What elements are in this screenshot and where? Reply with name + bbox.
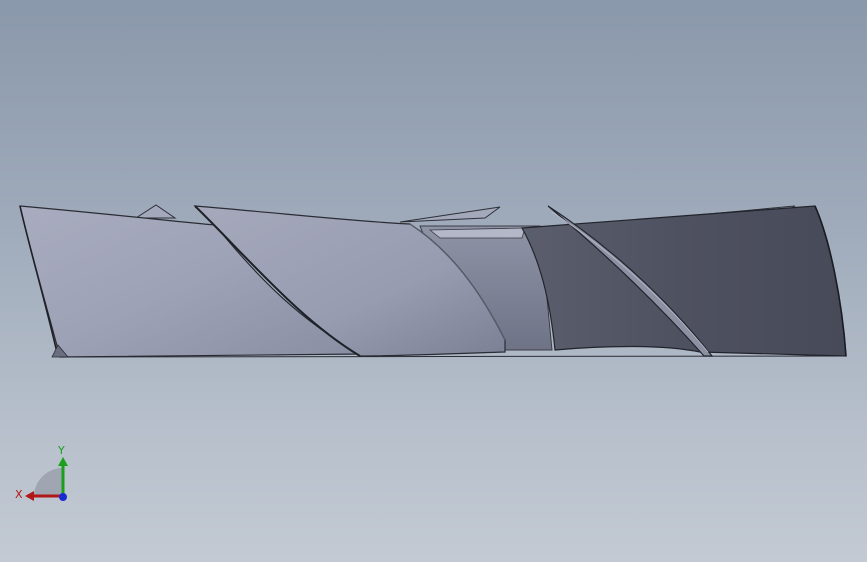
x-axis-arrowhead bbox=[25, 491, 34, 501]
rotor-hub-top bbox=[428, 227, 526, 239]
screw-rotor-model[interactable] bbox=[0, 0, 867, 562]
blade-tip-left bbox=[134, 204, 177, 219]
triad-plane-wedge bbox=[34, 467, 63, 495]
graphics-viewport[interactable]: Y X bbox=[0, 0, 867, 562]
blade-tip-mid bbox=[399, 206, 501, 223]
coordinate-triad: Y X bbox=[15, 444, 68, 501]
z-axis-dot bbox=[59, 493, 67, 501]
y-axis-arrowhead bbox=[58, 457, 68, 466]
y-axis-label: Y bbox=[57, 444, 65, 457]
x-axis-label: X bbox=[15, 488, 23, 501]
